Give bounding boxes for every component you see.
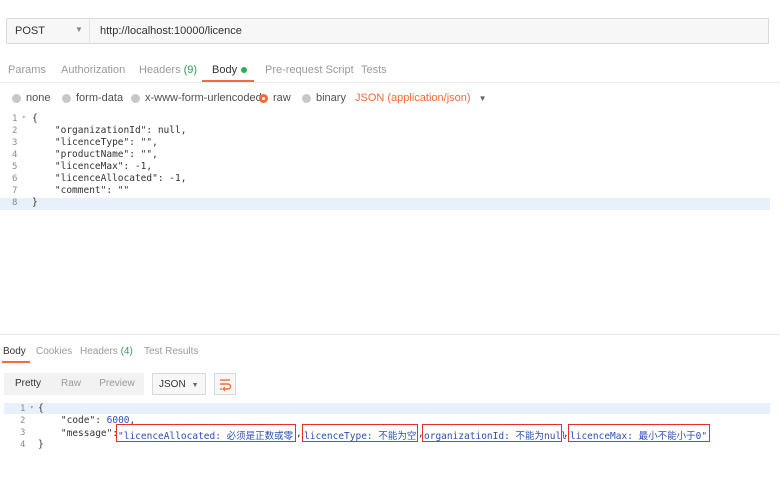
line-number: 6 [12,174,18,184]
wrap-icon [220,379,232,392]
line-number: 2 [12,126,18,136]
message-part-3: organizationId: 不能为null [424,431,567,442]
active-tab-underline [2,361,30,363]
response-tab-test-results[interactable]: Test Results [144,346,198,357]
content-type-select[interactable]: JSON (application/json) ▼ [355,92,486,104]
line-number: 8 [12,198,18,208]
tab-body[interactable]: Body [212,64,248,76]
radio-x-www-form-urlencoded[interactable]: x-www-form-urlencoded [131,92,262,104]
line-number: 2 [20,416,26,426]
line-number: 7 [12,186,18,196]
response-tab-headers[interactable]: Headers (4) [80,346,133,357]
headers-count: (4) [120,346,133,357]
chevron-down-icon: ▼ [75,25,83,34]
headers-count: (9) [183,64,198,76]
active-line-highlight [0,198,770,210]
preview-button[interactable]: Preview [90,373,144,395]
fold-icon[interactable]: ▾ [22,114,26,121]
radio-binary[interactable]: binary [302,92,346,104]
code-line: "licenceAllocated": -1, [32,173,187,184]
code-line: } [38,439,44,450]
radio-icon [12,93,21,103]
radio-icon [62,93,71,103]
separator: , [296,428,302,439]
radio-selected-icon [259,93,268,103]
tab-authorization[interactable]: Authorization [61,64,125,76]
radio-form-data[interactable]: form-data [62,92,123,104]
tab-tests[interactable]: Tests [361,64,387,76]
code-line: "comment": "" [32,185,130,196]
pane-divider[interactable] [0,334,780,335]
wrap-lines-button[interactable] [214,373,236,395]
code-line: { [38,403,44,414]
tab-pre-request-script[interactable]: Pre-request Script [265,64,354,76]
code-line: "licenceType": "", [32,137,158,148]
response-format-select[interactable]: JSON ▼ [152,373,206,395]
line-number: 4 [20,440,26,450]
line-number: 3 [12,138,18,148]
method-label: POST [15,25,45,37]
line-number: 1 [12,114,18,124]
tabs-divider [0,82,780,83]
response-tab-body[interactable]: Body [3,346,26,357]
code-line: { [32,113,38,124]
message-part-1: "licenceAllocated: 必须是正数或零 [118,431,294,442]
fold-icon[interactable]: ▾ [30,404,34,411]
line-number: 5 [12,162,18,172]
active-line-highlight [4,403,770,414]
line-number: 4 [12,150,18,160]
url-input[interactable]: http://localhost:10000/licence [89,18,769,44]
body-indicator-dot [241,67,248,74]
chevron-down-icon: ▼ [191,382,199,389]
radio-icon [302,93,311,103]
raw-button[interactable]: Raw [52,373,90,395]
url-value: http://localhost:10000/licence [100,25,242,37]
chevron-down-icon: ▼ [478,93,487,103]
code-line: } [32,197,38,208]
code-line: "organizationId": null, [32,125,187,136]
code-line: "productName": "", [32,149,158,160]
radio-icon [131,93,140,103]
message-part-4: licenceMax: 最小不能小于0" [570,431,708,442]
radio-none[interactable]: none [12,92,50,104]
tab-params[interactable]: Params [8,64,46,76]
tab-headers[interactable]: Headers (9) [139,64,197,76]
response-tab-cookies[interactable]: Cookies [36,346,72,357]
radio-raw[interactable]: raw [259,92,291,104]
method-select[interactable]: POST ▼ [6,18,90,44]
line-number: 3 [20,428,26,438]
code-line: "licenceMax": -1, [32,161,153,172]
message-part-2: licenceType: 不能为空 [304,431,417,442]
line-number: 1 [20,404,26,414]
code-line: "message": [38,428,124,439]
pretty-button[interactable]: Pretty [4,373,52,395]
